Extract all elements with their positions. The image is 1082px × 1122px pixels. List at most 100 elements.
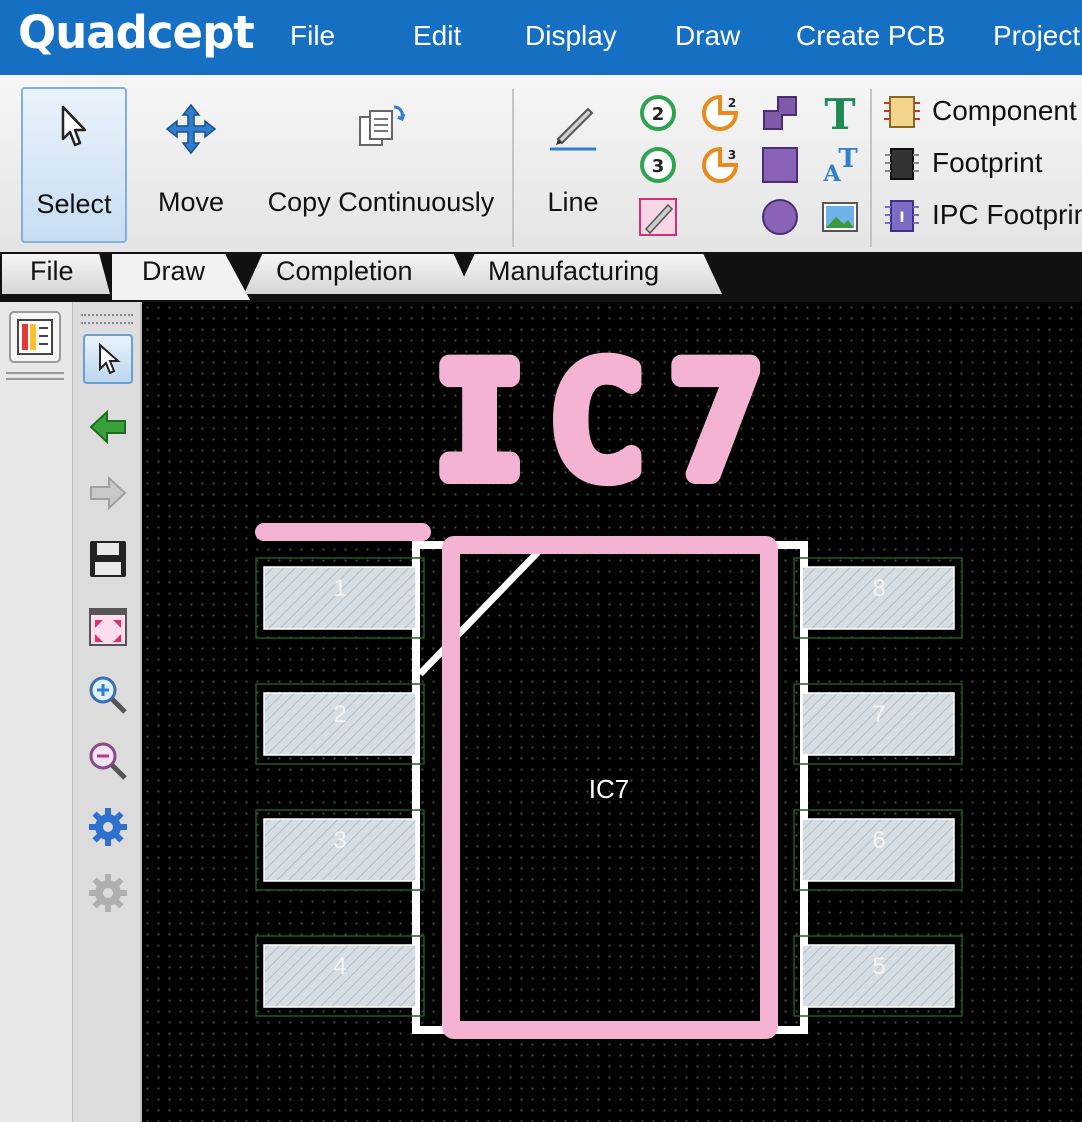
move-arrows-icon [165, 103, 217, 155]
arrow-left-icon [89, 409, 126, 445]
tab-draw[interactable]: Draw [112, 254, 250, 300]
ribbon-divider-2 [870, 89, 872, 247]
line-button[interactable]: Line [532, 87, 614, 243]
pad-5-label: 5 [872, 953, 885, 980]
panel-divider [6, 372, 64, 374]
ipc-footprint-button[interactable]: I IPC Footprin [880, 193, 1082, 237]
drawing-canvas[interactable]: IC7 1 2 3 4 8 7 6 5 IC7 [142, 302, 1082, 1122]
menu-draw[interactable]: Draw [675, 20, 740, 52]
pad-6[interactable]: 6 [793, 809, 963, 891]
pen-line-icon [550, 107, 596, 151]
toolbar-grip[interactable] [81, 314, 133, 324]
pad-8[interactable]: 8 [793, 557, 963, 639]
pad-5[interactable]: 5 [793, 935, 963, 1017]
svg-text:I: I [899, 210, 904, 226]
copy-continuously-icon [359, 105, 406, 146]
menu-project[interactable]: Project [993, 20, 1080, 52]
app-logo: Quadcept [18, 6, 255, 59]
select-label: Select [36, 189, 112, 219]
redo-button[interactable] [83, 468, 133, 518]
select-button[interactable]: Select [21, 87, 127, 243]
footprint-title-text: IC7 [435, 336, 790, 510]
arc-3-point-icon[interactable]: 3 [638, 145, 678, 185]
left-dock-panel [0, 302, 73, 1122]
zoom-in-icon [89, 676, 127, 714]
tab-file[interactable]: File [2, 254, 110, 294]
ipc-footprint-icon: I [885, 200, 919, 232]
menu-edit[interactable]: Edit [413, 20, 461, 52]
settings-disabled-button[interactable] [83, 868, 133, 918]
component-button[interactable]: Component [880, 89, 1082, 133]
tab-manufacturing[interactable]: Manufacturing [456, 254, 722, 294]
pad-3-label: 3 [333, 827, 346, 854]
arrow-right-icon [90, 475, 127, 511]
pad-4[interactable]: 4 [255, 935, 425, 1017]
ribbon-toolbar: Select Move Copy Continuously Line 2 3 2… [0, 75, 1082, 253]
undo-button[interactable] [83, 402, 133, 452]
circle-icon[interactable] [760, 197, 800, 237]
line-label: Line [547, 187, 599, 217]
copy-continuously-button[interactable]: Copy Continuously [262, 87, 500, 243]
gear-icon [89, 808, 127, 846]
svg-text:2: 2 [728, 96, 736, 110]
svg-text:T: T [838, 145, 858, 174]
pad-4-label: 4 [333, 953, 346, 980]
component-label: Component [932, 95, 1077, 126]
body-reference-label: IC7 [589, 774, 629, 804]
save-button[interactable] [83, 534, 133, 584]
zoom-out-icon [89, 742, 127, 780]
freehand-pen-icon[interactable] [638, 197, 678, 237]
svg-text:2: 2 [652, 104, 665, 125]
pad-7-label: 7 [872, 701, 885, 728]
ipc-footprint-label: IPC Footprin [932, 199, 1082, 230]
component-icon [884, 96, 920, 128]
svg-text:3: 3 [728, 148, 736, 162]
move-label: Move [157, 187, 225, 217]
pad-2[interactable]: 2 [255, 683, 425, 765]
pie-arc-2-icon[interactable]: 2 [700, 93, 740, 133]
pad-3[interactable]: 3 [255, 809, 425, 891]
tab-completion[interactable]: Completion [244, 254, 472, 294]
pad-2-label: 2 [333, 701, 346, 728]
pad-6-label: 6 [872, 827, 885, 854]
footprint-chip-icon [885, 148, 919, 180]
settings-button[interactable] [83, 802, 133, 852]
text-icon[interactable]: T [820, 93, 860, 133]
pad-1[interactable]: 1 [255, 557, 425, 639]
polygon-icon[interactable] [760, 93, 800, 133]
pad-1-label: 1 [333, 575, 346, 602]
image-icon[interactable] [820, 197, 860, 237]
pie-arc-3-icon[interactable]: 3 [700, 145, 740, 185]
ribbon-divider [512, 89, 514, 247]
pad-7[interactable]: 7 [793, 683, 963, 765]
zoom-out-button[interactable] [83, 736, 133, 786]
zoom-fit-icon [89, 608, 127, 646]
footprint-label: Footprint [932, 147, 1043, 178]
pin1-chamfer-line [417, 549, 541, 677]
vertical-toolbar [73, 302, 142, 1122]
pointer-icon [61, 105, 87, 147]
select-tool-button[interactable] [83, 334, 133, 384]
pointer-icon [99, 342, 121, 375]
properties-panel-icon[interactable] [8, 310, 62, 364]
menu-create-pcb[interactable]: Create PCB [796, 20, 945, 52]
pad-8-label: 8 [872, 575, 885, 602]
menu-display[interactable]: Display [525, 20, 617, 52]
panel-divider-2 [6, 378, 64, 380]
gear-disabled-icon [89, 874, 127, 912]
attribute-text-icon[interactable]: A T [820, 145, 860, 185]
floppy-disk-icon [90, 541, 126, 577]
arc-2-point-icon[interactable]: 2 [638, 93, 678, 133]
svg-text:T: T [824, 93, 855, 133]
rectangle-icon[interactable] [760, 145, 800, 185]
zoom-in-button[interactable] [83, 670, 133, 720]
fit-view-button[interactable] [83, 602, 133, 652]
footprint-button[interactable]: Footprint [880, 141, 1082, 185]
ribbon-tab-bar: File Draw Completion Manufacturing [0, 252, 1082, 302]
menu-bar: Quadcept File Edit Display Draw Create P… [0, 0, 1082, 75]
menu-file[interactable]: File [290, 20, 335, 52]
footprint-drawing: IC7 1 2 3 4 8 7 6 5 IC7 [255, 326, 963, 1039]
copy-continuously-label: Copy Continuously [267, 187, 495, 217]
move-button[interactable]: Move [145, 87, 237, 243]
svg-text:3: 3 [652, 156, 665, 177]
